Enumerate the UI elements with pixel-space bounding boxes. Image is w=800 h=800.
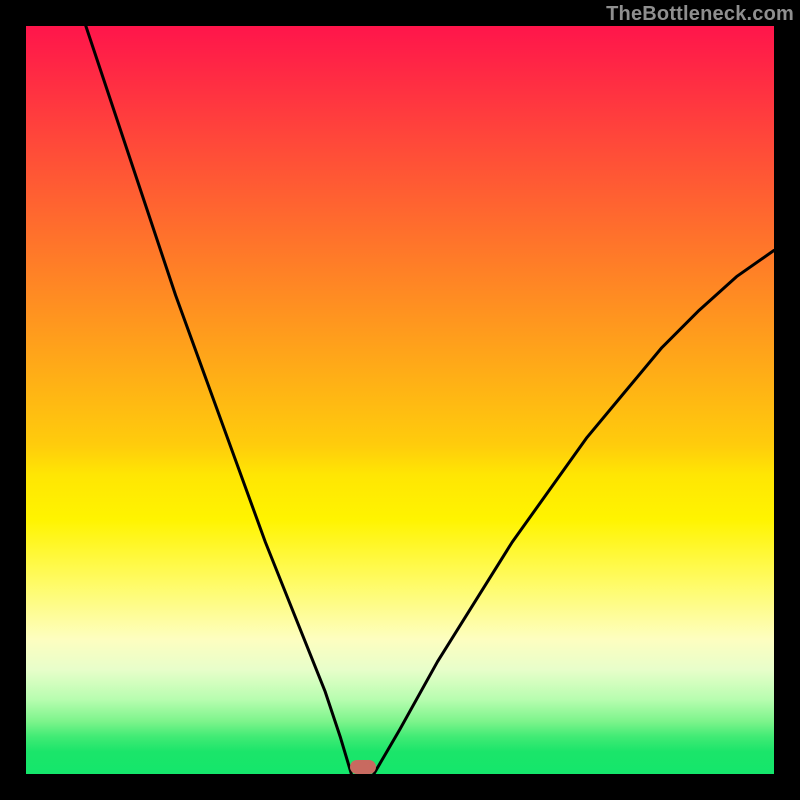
chart-frame: TheBottleneck.com [0, 0, 800, 800]
optimum-marker [350, 760, 376, 774]
plot-area [26, 26, 774, 774]
watermark-text: TheBottleneck.com [606, 3, 794, 26]
left-branch-curve [86, 26, 352, 774]
right-branch-curve [374, 250, 774, 774]
curve-layer [26, 26, 774, 774]
